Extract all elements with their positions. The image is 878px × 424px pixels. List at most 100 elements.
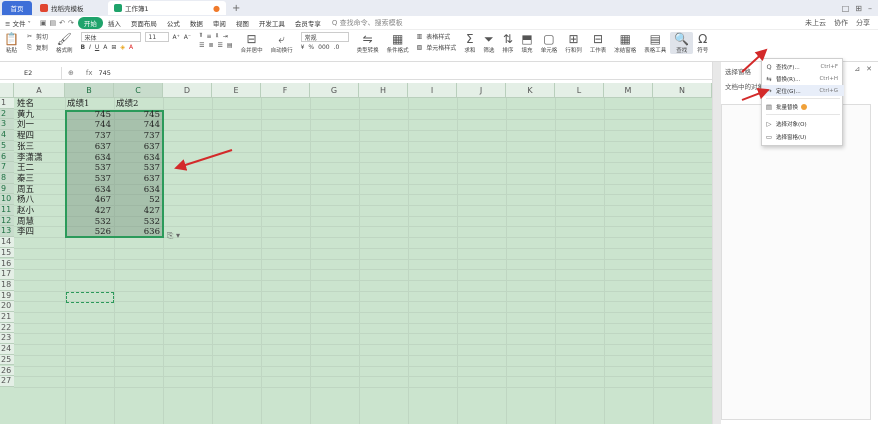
cell-name[interactable]: 黄九: [17, 110, 34, 121]
freeze-panes-button[interactable]: ▦ 冻结窗格: [610, 32, 640, 54]
cell-score2[interactable]: 634: [114, 153, 163, 164]
column-header[interactable]: E: [212, 83, 261, 98]
cell-button[interactable]: ▢ 单元格: [537, 32, 562, 54]
cloud-status[interactable]: 未上云: [805, 18, 826, 28]
formula-input[interactable]: 745: [98, 69, 110, 77]
row-header[interactable]: 19: [0, 290, 14, 302]
tab-home[interactable]: 首页: [2, 1, 32, 15]
cell-score2[interactable]: 537: [114, 163, 163, 174]
cell-name[interactable]: 赵小: [17, 206, 34, 217]
cell-score2[interactable]: 52: [114, 195, 163, 206]
cell-score2[interactable]: 744: [114, 120, 163, 131]
cell-score1[interactable]: 537: [65, 174, 114, 185]
row-header[interactable]: 7: [0, 162, 14, 173]
cut-button[interactable]: ✂ 剪切: [27, 32, 48, 41]
thousands-icon[interactable]: 000: [318, 44, 329, 51]
column-header[interactable]: N: [653, 83, 712, 98]
cell-score1[interactable]: 537: [65, 163, 114, 174]
cell-score1[interactable]: 634: [65, 185, 114, 196]
column-header[interactable]: J: [457, 83, 506, 98]
name-box[interactable]: E2: [0, 66, 62, 79]
cell-score2[interactable]: 636: [114, 227, 163, 238]
sum-button[interactable]: Σ 求和: [460, 32, 479, 54]
cell-score2[interactable]: 634: [114, 185, 163, 196]
row-header[interactable]: 14: [0, 237, 14, 248]
row-header[interactable]: 21: [0, 312, 14, 323]
cell-score2[interactable]: 637: [114, 174, 163, 185]
menu-item-find[interactable]: Q 查找(F)... Ctrl+F: [762, 61, 844, 72]
align-top-icon[interactable]: ⫪: [199, 32, 202, 40]
column-header[interactable]: A: [14, 83, 65, 98]
align-bottom-icon[interactable]: ⫫: [216, 32, 219, 40]
cell-name[interactable]: 杨八: [17, 195, 34, 206]
menu-item-batch-replace[interactable]: ▤ 批量替换: [762, 101, 844, 112]
menu-tab-page-layout[interactable]: 页面布局: [126, 18, 162, 28]
scrollbar[interactable]: [713, 62, 721, 424]
strike-icon[interactable]: A: [103, 44, 107, 51]
file-menu[interactable]: ≡ 文件 ˅: [0, 18, 36, 28]
fx-icon[interactable]: fx: [80, 69, 99, 77]
font-size-select[interactable]: 11: [144, 32, 169, 42]
row-header[interactable]: 9: [0, 183, 14, 195]
filter-button[interactable]: ⏷ 筛选: [479, 32, 498, 54]
fill-color-icon[interactable]: ◈: [120, 44, 125, 51]
font-shrink-icon[interactable]: A⁻: [184, 34, 191, 41]
tab-workbook[interactable]: 工作簿1 ●: [108, 1, 226, 15]
cell-score1[interactable]: 526: [65, 227, 114, 238]
row-header[interactable]: 12: [0, 215, 14, 227]
menu-tab-developer[interactable]: 开发工具: [254, 18, 290, 28]
share-button[interactable]: 分享: [856, 18, 870, 28]
row-header[interactable]: 16: [0, 258, 14, 270]
menu-tab-member[interactable]: 会员专享: [290, 18, 326, 28]
column-header[interactable]: G: [310, 83, 359, 98]
fill-button[interactable]: ⬒ 填充: [517, 32, 536, 54]
decimal-icon[interactable]: .0: [334, 44, 340, 51]
cell-name[interactable]: 李四: [17, 227, 34, 238]
wrap-text-button[interactable]: ⤶ 自动换行: [267, 32, 297, 54]
row-header[interactable]: 13: [0, 226, 14, 238]
header-cell-score1[interactable]: 成绩1: [67, 99, 89, 110]
find-button[interactable]: 🔍 查找: [670, 32, 694, 54]
layout-icon[interactable]: □: [842, 4, 850, 13]
close-icon[interactable]: ✕: [866, 65, 872, 73]
cell-name[interactable]: 张三: [17, 142, 34, 153]
row-header[interactable]: 2: [0, 108, 14, 120]
conditional-format-button[interactable]: ▦ 条件格式: [383, 32, 413, 54]
menu-item-goto[interactable]: → 定位(G)... Ctrl+G: [762, 85, 844, 96]
worksheet-button[interactable]: ⊟ 工作表: [586, 32, 611, 54]
row-header[interactable]: 11: [0, 205, 14, 216]
symbol-button[interactable]: Ω 符号: [693, 32, 712, 54]
cell-score1[interactable]: 427: [65, 206, 114, 217]
menu-tab-data[interactable]: 数据: [185, 18, 208, 28]
menu-item-selection-pane[interactable]: ▭ 选择窗格(U): [762, 131, 844, 142]
cell-name[interactable]: 李潇潇: [17, 153, 43, 164]
column-header[interactable]: F: [261, 83, 310, 98]
spreadsheet-grid[interactable]: A B C D E F G H I J K L M N 1 2 3 4 5 6 7 8 9 10 1…: [0, 83, 712, 424]
cell-score2[interactable]: 532: [114, 217, 163, 228]
cell-style-button[interactable]: ▧ 单元格样式: [417, 43, 457, 52]
underline-icon[interactable]: U: [95, 44, 99, 51]
align-middle-icon[interactable]: ≡: [206, 33, 211, 40]
column-header[interactable]: D: [163, 83, 212, 98]
row-header[interactable]: 17: [0, 269, 14, 280]
row-header[interactable]: 24: [0, 344, 14, 355]
pin-icon[interactable]: ⊿: [854, 65, 860, 73]
cell-score1[interactable]: 745: [65, 110, 114, 121]
row-header[interactable]: 3: [0, 119, 14, 131]
border-icon[interactable]: ⊞: [111, 44, 116, 51]
type-convert-button[interactable]: ⇋ 类型转换: [353, 32, 383, 54]
font-name-select[interactable]: 宋体: [80, 32, 141, 42]
column-header[interactable]: L: [555, 83, 604, 98]
header-cell-score2[interactable]: 成绩2: [116, 99, 138, 110]
menu-item-replace[interactable]: ⇆ 替换(R)... Ctrl+H: [762, 73, 844, 84]
percent-icon[interactable]: %: [308, 44, 314, 51]
row-header[interactable]: 15: [0, 247, 14, 259]
sort-button[interactable]: ⇅ 排序: [498, 32, 517, 54]
cell-score2[interactable]: 637: [114, 142, 163, 153]
font-color-icon[interactable]: A: [129, 44, 133, 51]
redo-icon[interactable]: ↷: [68, 19, 74, 27]
menu-tab-insert[interactable]: 插入: [103, 18, 126, 28]
table-tools-button[interactable]: ▤ 表格工具: [640, 32, 670, 54]
bold-icon[interactable]: B: [81, 44, 86, 51]
paste-button[interactable]: 📋 粘贴: [0, 32, 23, 54]
